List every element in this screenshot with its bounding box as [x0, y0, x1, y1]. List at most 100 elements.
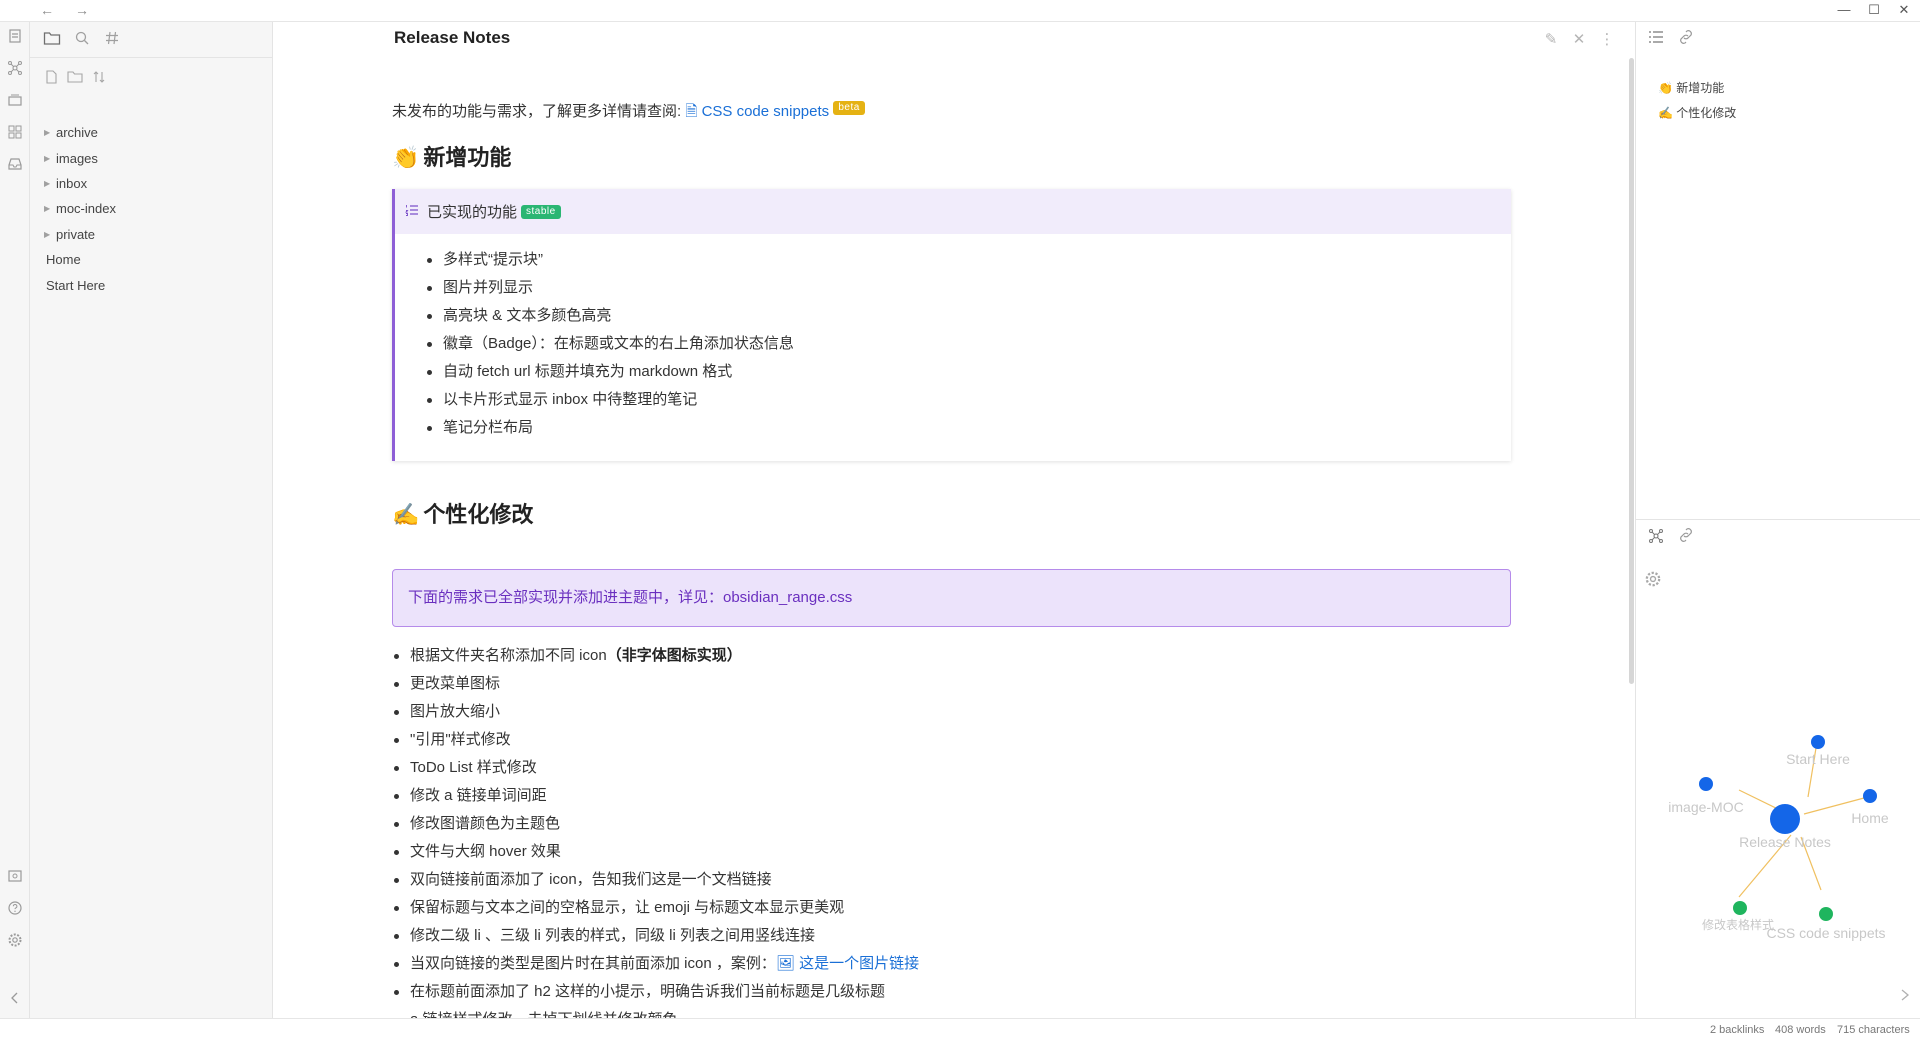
section-heading-customization: ✍️ 个性化修改	[392, 502, 534, 527]
highlight-note: 下面的需求已全部实现并添加进主题中，详见：obsidian_range.css	[392, 569, 1511, 627]
explorer-tabs	[30, 22, 272, 58]
close-window-button[interactable]: ✕	[1892, 2, 1916, 18]
tree-file-start-here[interactable]: Start Here	[30, 272, 273, 297]
graph-label-image-moc: image-MOC	[1668, 799, 1743, 815]
graph-node-table-style	[1733, 901, 1747, 915]
graph-view-icon[interactable]	[6, 60, 24, 78]
expand-right-icon[interactable]	[1899, 988, 1911, 1005]
back-arrow-icon[interactable]: ←	[40, 2, 54, 18]
more-options-icon[interactable]: ⋮	[1597, 30, 1617, 48]
forward-arrow-icon[interactable]: →	[75, 2, 89, 18]
slides-icon[interactable]	[6, 92, 24, 110]
list-item: 笔记分栏布局	[425, 414, 1511, 442]
list-item: 当双向链接的类型是图片时在其前面添加 icon ，案例：🖼 这是一个图片链接	[392, 950, 919, 978]
collapse-left-icon[interactable]	[6, 990, 24, 1008]
list-item: 更改菜单图标	[392, 670, 919, 698]
view-actions: ✎ ✕ ⋮	[1533, 30, 1617, 49]
graph-label-table-style: 修改表格样式	[1702, 917, 1774, 932]
tree-folder-private[interactable]: ▶ private	[30, 222, 273, 247]
list-item: 图片放大缩小	[392, 698, 919, 726]
graph-label-start-here: Start Here	[1786, 751, 1850, 767]
outline-panel: 👏 新增功能 ✍️ 个性化修改	[1658, 76, 1736, 126]
minimize-button[interactable]: —	[1832, 2, 1856, 17]
status-bar: 2 backlinks 408 words 715 characters	[0, 1018, 1920, 1040]
caret-right-icon: ▶	[44, 178, 51, 188]
writing-hand-emoji: ✍️	[392, 502, 420, 527]
graph-node-home	[1863, 789, 1877, 803]
folder-tab-icon[interactable]	[42, 30, 62, 50]
list-item: "引用"样式修改	[392, 726, 919, 754]
list-item: 修改图谱颜色为主题色	[392, 810, 919, 838]
list-item: 双向链接前面添加了 icon，告知我们这是一个文档链接	[392, 866, 919, 894]
caret-right-icon: ▶	[44, 128, 51, 138]
tree-file-home[interactable]: Home	[30, 247, 273, 272]
vault-icon[interactable]	[6, 868, 24, 886]
callout-list: 多样式“提示块” 图片并列显示 高亮块 & 文本多颜色高亮 徽章（Badge）：…	[395, 234, 1511, 442]
outline-item-customization[interactable]: ✍️ 个性化修改	[1658, 101, 1736, 126]
list-item: 在标题前面添加了 h2 这样的小提示，明确告诉我们当前标题是几级标题	[392, 978, 919, 1006]
tree-folder-images[interactable]: ▶ images	[30, 145, 273, 170]
view-title[interactable]: Release Notes	[394, 28, 510, 48]
maximize-button[interactable]: ☐	[1862, 2, 1886, 18]
section-heading-new-features: 👏 新增功能	[392, 145, 512, 170]
callout-title: 已实现的功能	[427, 204, 518, 221]
image-link[interactable]: 🖼 这是一个图片链接	[776, 955, 919, 972]
graph-node-image-moc	[1699, 777, 1713, 791]
view-header: Release Notes ✎ ✕ ⋮	[273, 22, 1635, 56]
open-quick-switcher-icon[interactable]	[6, 28, 24, 46]
list-item: 修改 a 链接单词间距	[392, 782, 919, 810]
list-item: 文件与大纲 hover 效果	[392, 838, 919, 866]
beta-badge: beta	[833, 101, 865, 115]
backlinks-tab-icon[interactable]	[1676, 30, 1696, 48]
graph-label-home: Home	[1851, 810, 1889, 826]
outline-item-new-features[interactable]: 👏 新增功能	[1658, 76, 1736, 101]
customization-list: 根据文件夹名称添加不同 icon（非字体图标实现） 更改菜单图标 图片放大缩小 …	[392, 642, 919, 1034]
tree-folder-moc-index[interactable]: ▶ moc-index	[30, 196, 273, 221]
callout-header[interactable]: 已实现的功能 stable	[395, 189, 1511, 234]
backlinks-count[interactable]: 2 backlinks	[1710, 1024, 1764, 1036]
editor-pane: Release Notes ✎ ✕ ⋮ 未发布的功能与需求，了解更多详情请查阅: 🗎…	[273, 22, 1635, 1028]
list-item: 多样式“提示块”	[425, 246, 1511, 274]
callout-implemented: 已实现的功能 stable 多样式“提示块” 图片并列显示 高亮块 & 文本多颜…	[392, 189, 1511, 461]
caret-right-icon: ▶	[44, 153, 51, 163]
character-count: 715 characters	[1837, 1024, 1910, 1036]
document-link-icon: 🗎	[685, 103, 698, 120]
outline-tab-icon[interactable]	[1646, 30, 1666, 48]
tree-folder-archive[interactable]: ▶ archive	[30, 120, 273, 145]
edit-pencil-icon[interactable]: ✎	[1541, 30, 1561, 48]
file-tree: ▶ archive ▶ images ▶ inbox ▶ moc-index ▶ priv…	[30, 120, 273, 298]
help-icon[interactable]	[6, 900, 24, 918]
list-item: 根据文件夹名称添加不同 icon（非字体图标实现）	[392, 642, 919, 670]
right-tabs-top	[1636, 22, 1920, 56]
list-item: 高亮块 & 文本多颜色高亮	[425, 302, 1511, 330]
close-pane-icon[interactable]: ✕	[1569, 30, 1589, 48]
file-explorer: ▶ archive ▶ images ▶ inbox ▶ moc-index ▶ priv…	[30, 22, 273, 1018]
title-bar: ← → — ☐ ✕	[0, 0, 1920, 22]
intro-link[interactable]: 🗎 CSS code snippets	[685, 103, 829, 120]
inbox-icon[interactable]	[6, 156, 24, 174]
list-item: 保留标题与文本之间的空格显示，让 emoji 与标题文本显示更美观	[392, 894, 919, 922]
sort-icon[interactable]	[90, 70, 108, 88]
search-tab-icon[interactable]	[72, 30, 92, 50]
tree-folder-inbox[interactable]: ▶ inbox	[30, 171, 273, 196]
plugins-grid-icon[interactable]	[6, 124, 24, 142]
list-item: 徽章（Badge）：在标题或文本的右上角添加状态信息	[425, 330, 1511, 358]
caret-right-icon: ▶	[44, 229, 51, 239]
ribbon	[0, 22, 30, 1018]
tags-tab-icon[interactable]	[102, 30, 122, 50]
intro-paragraph: 未发布的功能与需求，了解更多详情请查阅: 🗎 CSS code snippets…	[392, 100, 865, 126]
graph-label-release-notes: Release Notes	[1739, 834, 1831, 850]
image-link-icon: 🖼	[775, 955, 795, 972]
settings-gear-icon[interactable]	[6, 932, 24, 950]
new-note-icon[interactable]	[42, 70, 60, 88]
clapping-hands-emoji: 👏	[392, 145, 420, 170]
editor-scrollbar[interactable]	[1629, 58, 1634, 684]
local-graph[interactable]: Start Here image-MOC Home Release Notes …	[1636, 542, 1920, 1018]
right-sidebar: 👏 新增功能 ✍️ 个性化修改 Start Here image-MOC Hom…	[1635, 22, 1920, 1018]
graph-label-css-snippets: CSS code snippets	[1766, 925, 1885, 941]
caret-right-icon: ▶	[44, 204, 51, 214]
list-item: 图片并列显示	[425, 274, 1511, 302]
new-folder-icon[interactable]	[66, 70, 84, 88]
list-item: 以卡片形式显示 inbox 中待整理的笔记	[425, 386, 1511, 414]
word-count: 408 words	[1775, 1024, 1826, 1036]
